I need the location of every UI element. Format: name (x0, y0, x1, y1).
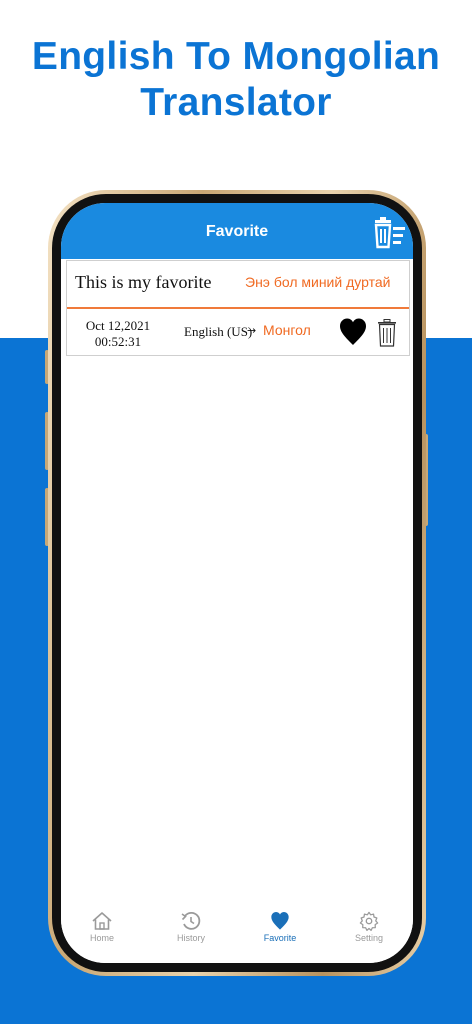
favorite-time: 00:52:31 (94, 334, 142, 349)
tab-history-label: History (176, 933, 205, 943)
source-text: This is my favorite (75, 272, 212, 292)
card-divider (67, 307, 409, 309)
tab-favorite[interactable]: Favorite (245, 911, 315, 943)
home-icon (92, 912, 112, 930)
promo-headline: English To Mongolian Translator (0, 34, 472, 126)
favorite-timestamp: Oct 12,2021 00:52:31 (81, 318, 155, 350)
tab-home[interactable]: Home (67, 911, 137, 943)
tab-setting[interactable]: Setting (334, 911, 404, 943)
language-arrow: → (247, 324, 257, 337)
gear-icon (359, 911, 379, 931)
app-screen: Favorite This is my favorite Энэ бол мин… (61, 203, 413, 963)
tab-favorite-label: Favorite (263, 933, 297, 943)
heart-icon[interactable] (339, 317, 367, 347)
target-language: Монгол (263, 322, 311, 338)
tab-home-label: Home (89, 933, 114, 943)
translated-text: Энэ бол миний дуртай (245, 274, 391, 290)
favorite-date: Oct 12,2021 (85, 318, 151, 333)
source-language: English (US) (184, 324, 253, 339)
trash-icon[interactable] (377, 319, 397, 347)
bottom-tab-bar: Home History Favorite Setting (61, 901, 413, 963)
favorite-card[interactable]: This is my favorite Энэ бол миний дуртай… (66, 260, 410, 356)
page-title: Favorite (205, 223, 269, 240)
headline-line-2: Translator (140, 81, 332, 124)
clear-list-icon[interactable] (372, 217, 406, 249)
tab-history[interactable]: History (156, 911, 226, 943)
heart-icon (271, 912, 289, 930)
app-header: Favorite (61, 203, 413, 259)
phone-bezel: Favorite This is my favorite Энэ бол мин… (52, 194, 422, 972)
headline-line-1: English To Mongolian (31, 35, 441, 78)
phone-frame: Favorite This is my favorite Энэ бол мин… (48, 190, 426, 976)
history-icon (181, 911, 201, 930)
tab-setting-label: Setting (354, 933, 384, 943)
